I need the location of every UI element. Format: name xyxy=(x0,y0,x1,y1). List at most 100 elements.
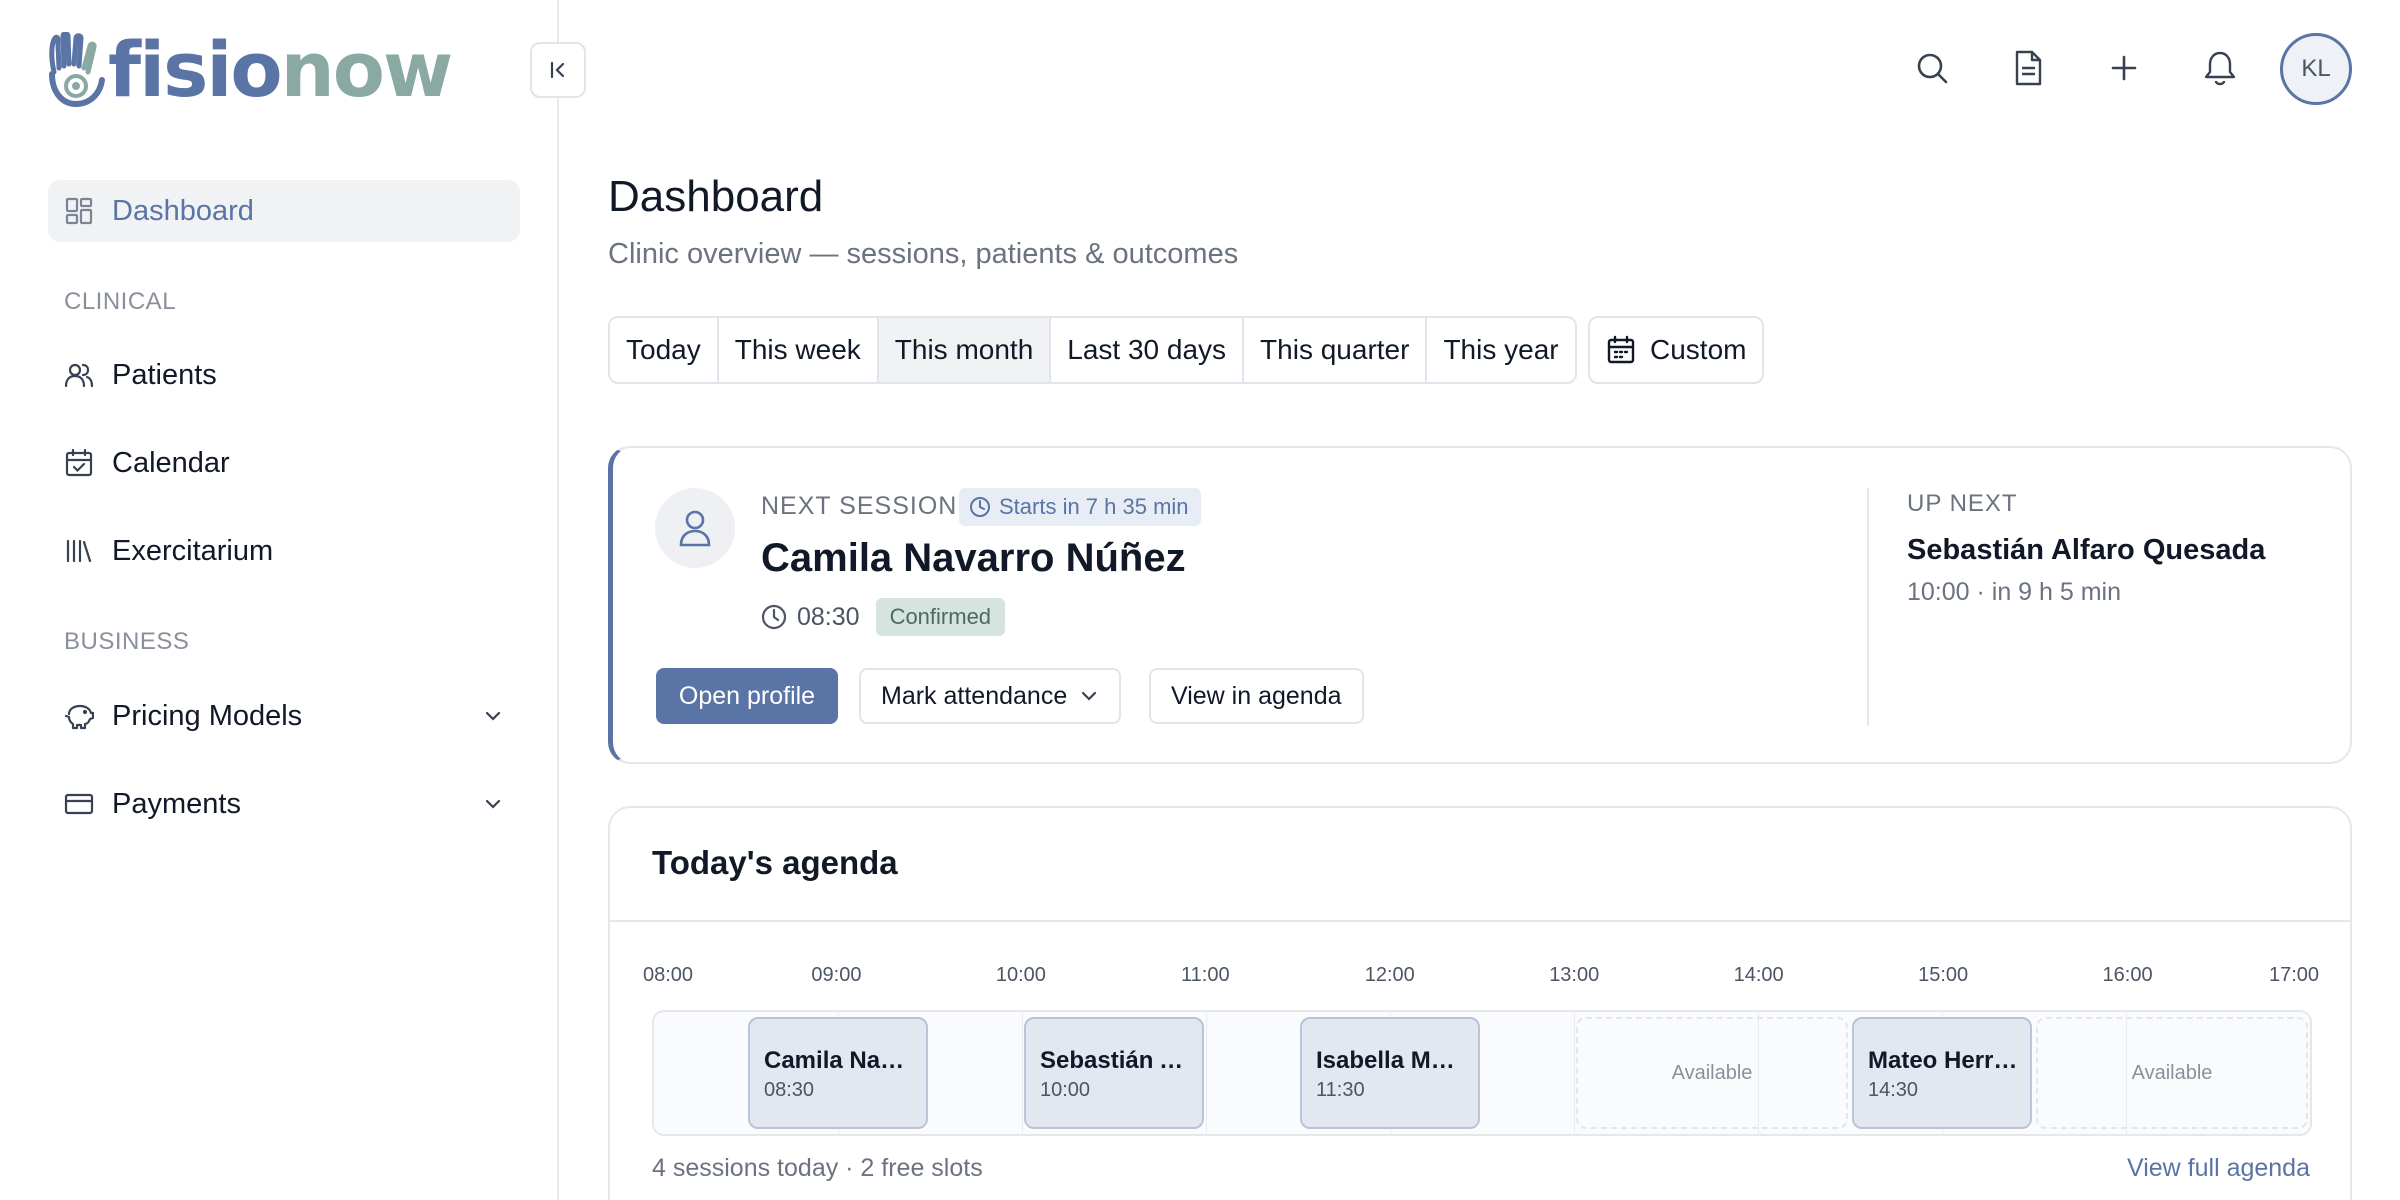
sidebar-item-label: Pricing Models xyxy=(112,699,303,732)
search-button[interactable] xyxy=(1912,48,1952,88)
session-time-row: 08:30 Confirmed xyxy=(761,598,1006,636)
logo-text-part2: now xyxy=(280,25,454,114)
calendar-check-icon xyxy=(64,448,94,478)
session-patient-name: Sebastián Alfaro Quesada xyxy=(1040,1047,1202,1074)
mark-attendance-button[interactable]: Mark attendance xyxy=(859,668,1122,724)
documents-button[interactable] xyxy=(2008,48,2048,88)
chevron-down-icon xyxy=(1082,691,1097,701)
hour-tick-label: 13:00 xyxy=(1549,964,1600,986)
user-icon xyxy=(679,510,711,547)
collapse-sidebar-button[interactable] xyxy=(530,42,586,98)
piggy-bank-icon xyxy=(64,701,94,731)
collapse-left-icon xyxy=(550,61,565,79)
todays-agenda-card: Today's agenda 08:00 09:00 10:00 11:00 12:00… xyxy=(608,806,2352,1200)
clock-icon xyxy=(970,497,990,517)
session-time: 08:30 xyxy=(797,602,860,631)
session-patient-name: Isabella Mora xyxy=(1316,1047,1469,1074)
sidebar-item-label: Dashboard xyxy=(112,194,254,227)
sidebar-item-label: Exercitarium xyxy=(112,534,274,567)
hand-logo-icon xyxy=(49,32,105,108)
agenda-session-block[interactable]: Mateo Herrera 14:30 xyxy=(1852,1017,2032,1129)
bell-icon xyxy=(2204,51,2236,86)
sidebar-item-payments[interactable]: Payments xyxy=(48,773,520,835)
session-start-time: 14:30 xyxy=(1868,1079,1919,1101)
up-next-label: UP NEXT xyxy=(1907,490,2018,517)
sidebar-item-label: Calendar xyxy=(112,446,230,479)
open-profile-button[interactable]: Open profile xyxy=(656,668,838,724)
hour-tick-label: 16:00 xyxy=(2102,964,2153,986)
starts-in-badge: Starts in 7 h 35 min xyxy=(959,488,1201,526)
agenda-divider xyxy=(610,920,2350,922)
sidebar-item-patients[interactable]: Patients xyxy=(48,344,520,406)
document-icon xyxy=(2015,50,2042,86)
view-full-agenda-link[interactable]: View full agenda xyxy=(2127,1154,2310,1183)
date-range-selector: Today This week This month Last 30 days … xyxy=(608,316,1577,384)
nav-section-business: BUSINESS xyxy=(64,628,190,655)
sidebar-item-dashboard[interactable]: Dashboard xyxy=(48,180,520,242)
range-this-year-button[interactable]: This year xyxy=(1427,318,1575,382)
nav-section-clinical: CLINICAL xyxy=(64,288,177,315)
view-in-agenda-button[interactable]: View in agenda xyxy=(1149,668,1364,724)
user-avatar[interactable]: KL xyxy=(2280,33,2352,105)
calendar-icon xyxy=(1607,335,1635,364)
hour-tick-label: 10:00 xyxy=(995,964,1046,986)
agenda-session-block[interactable]: Isabella Mora 11:30 xyxy=(1300,1017,1480,1129)
agenda-session-block[interactable]: Camila Navarro Núñez 08:30 xyxy=(748,1017,928,1129)
range-this-quarter-button[interactable]: This quarter xyxy=(1244,318,1428,382)
up-next-name: Sebastián Alfaro Quesada xyxy=(1907,534,2266,566)
up-next-time: 10:00 · in 9 h 5 min xyxy=(1907,578,2122,606)
next-session-label: NEXT SESSION xyxy=(761,492,958,520)
hour-tick-label: 17:00 xyxy=(2268,964,2320,986)
agenda-available-slot[interactable]: Available xyxy=(2036,1017,2308,1129)
sidebar: fisionow Dashboard CLINICAL Patients Cal… xyxy=(0,0,559,1200)
library-icon xyxy=(64,536,94,566)
custom-range-label: Custom xyxy=(1650,334,1747,365)
logo-text-part1: fisio xyxy=(108,25,283,114)
custom-range-button[interactable]: Custom xyxy=(1588,316,1764,384)
sidebar-item-label: Patients xyxy=(112,358,217,391)
sidebar-item-calendar[interactable]: Calendar xyxy=(48,432,520,494)
next-session-card: NEXT SESSION Starts in 7 h 35 min Camila… xyxy=(608,446,2352,764)
range-this-month-button[interactable]: This month xyxy=(878,318,1052,382)
session-start-time: 10:00 xyxy=(1040,1079,1091,1101)
add-button[interactable] xyxy=(2104,48,2144,88)
grid-icon xyxy=(64,196,94,226)
mark-attendance-label: Mark attendance xyxy=(881,681,1068,710)
next-patient-name: Camila Navarro Núñez xyxy=(761,536,1186,580)
agenda-session-block[interactable]: Sebastián Alfaro Quesada 10:00 xyxy=(1024,1017,1204,1129)
clock-icon xyxy=(761,604,787,630)
hour-tick-label: 15:00 xyxy=(1918,964,1969,986)
hour-tick-label: 08:00 xyxy=(642,964,694,986)
logo-wordmark: fisionow xyxy=(108,32,453,108)
hour-tick-label: 12:00 xyxy=(1364,964,1415,986)
chevron-down-icon[interactable] xyxy=(482,793,504,815)
agenda-available-slot[interactable]: Available xyxy=(1576,1017,1848,1129)
range-today-button[interactable]: Today xyxy=(610,318,719,382)
session-patient-name: Mateo Herrera xyxy=(1868,1047,2030,1074)
agenda-timeline: Camila Navarro Núñez 08:30 Sebastián Alfar… xyxy=(652,1010,2312,1136)
sidebar-item-exercitarium[interactable]: Exercitarium xyxy=(48,520,520,582)
sidebar-item-label: Payments xyxy=(112,787,241,820)
status-badge: Confirmed xyxy=(875,598,1006,636)
range-this-week-button[interactable]: This week xyxy=(718,318,879,382)
notifications-button[interactable] xyxy=(2200,48,2240,88)
card-divider xyxy=(1867,488,1869,726)
sidebar-item-pricing-models[interactable]: Pricing Models xyxy=(48,685,520,747)
users-icon xyxy=(64,360,94,390)
starts-in-text: Starts in 7 h 35 min xyxy=(999,494,1189,519)
hour-tick-label: 11:00 xyxy=(1181,964,1230,986)
range-last-30-days-button[interactable]: Last 30 days xyxy=(1051,318,1245,382)
fisionow-logo[interactable]: fisionow xyxy=(46,30,453,110)
hour-tick-label: 09:00 xyxy=(811,964,862,986)
hour-tick-label: 14:00 xyxy=(1733,964,1784,986)
credit-card-icon xyxy=(64,789,94,819)
session-start-time: 08:30 xyxy=(764,1079,815,1101)
agenda-summary: 4 sessions today · 2 free slots xyxy=(652,1154,983,1182)
page-subtitle: Clinic overview — sessions, patients & o… xyxy=(608,238,1239,270)
hour-gridline xyxy=(1022,1012,1023,1134)
session-start-time: 11:30 xyxy=(1316,1079,1365,1101)
chevron-down-icon[interactable] xyxy=(482,705,504,727)
session-patient-name: Camila Navarro Núñez xyxy=(764,1047,926,1074)
hour-gridline xyxy=(1574,1012,1575,1134)
plus-icon xyxy=(2111,55,2137,81)
